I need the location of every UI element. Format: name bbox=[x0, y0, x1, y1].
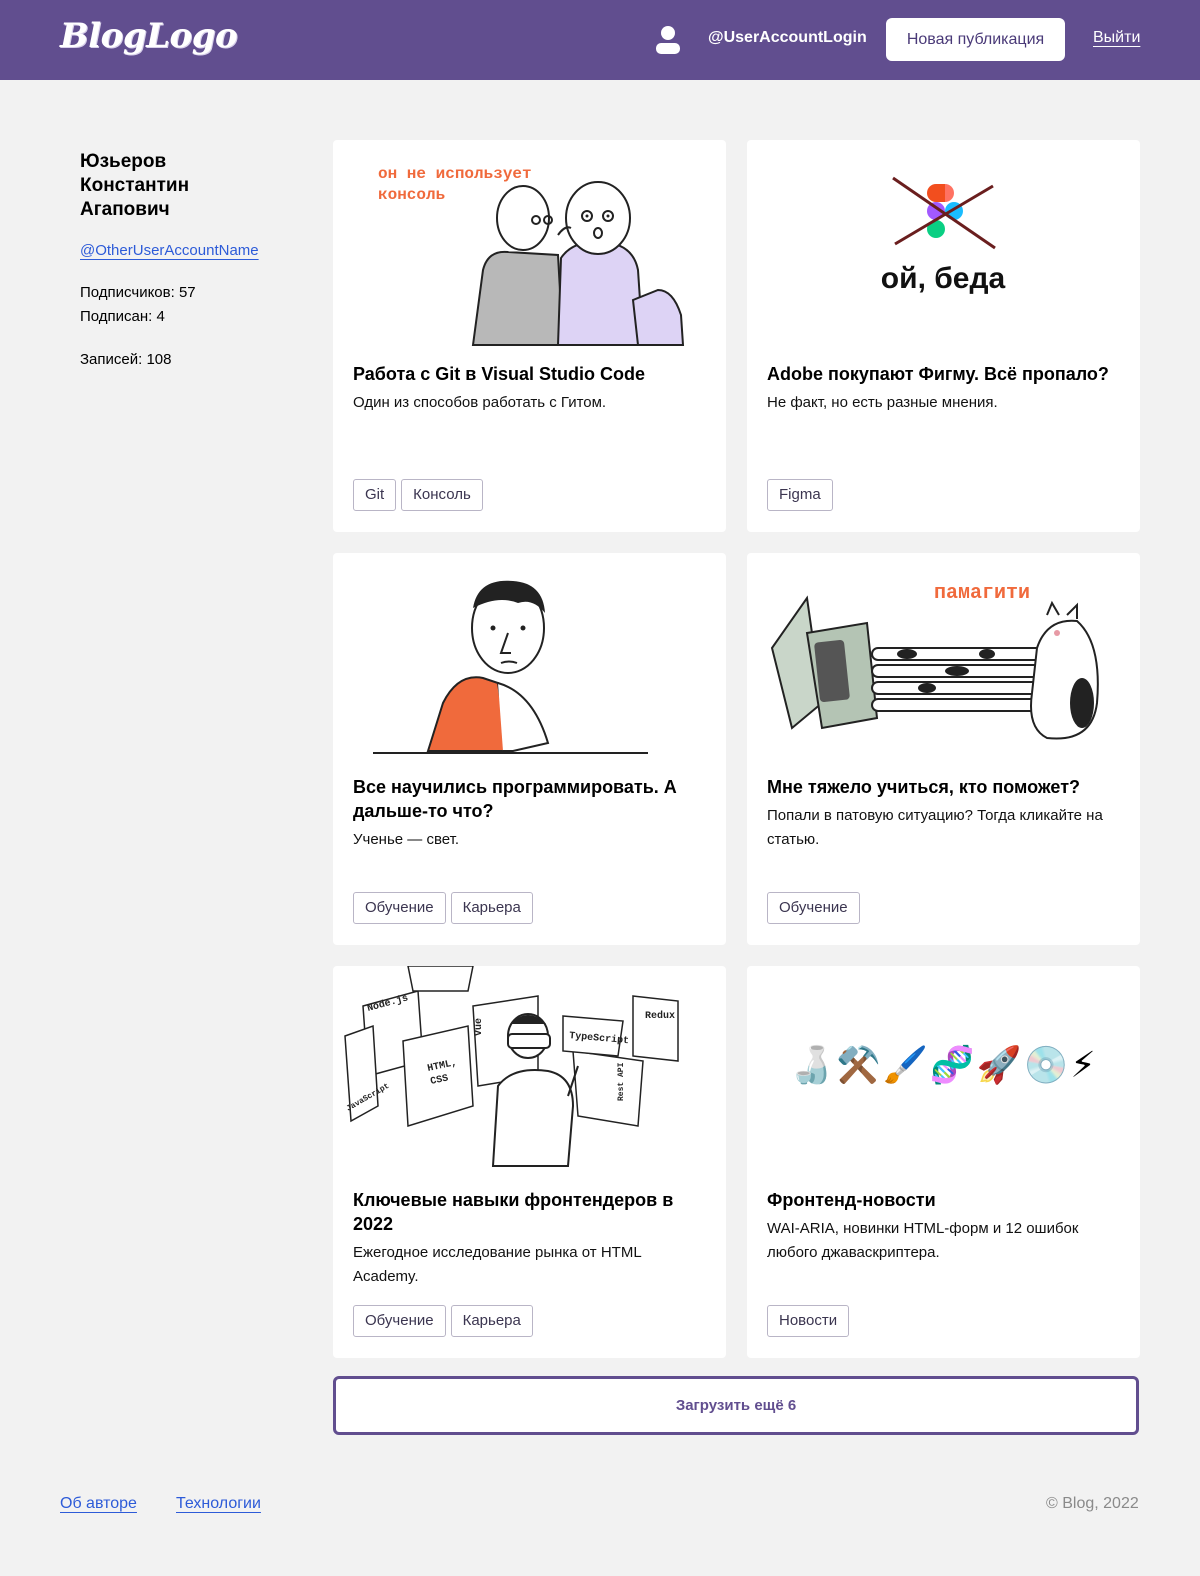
post-description: Ежегодное исследование рынка от HTML Aca… bbox=[353, 1244, 642, 1285]
emoji-row: 🍶⚒️🖌️🧬🚀💿⚡ bbox=[789, 1045, 1098, 1086]
post-card[interactable]: памагити Мне тяжело учиться, кто поможет… bbox=[747, 553, 1140, 945]
footer-tech-link[interactable]: Технологии bbox=[176, 1495, 261, 1513]
tag-list: Обучение bbox=[767, 892, 860, 924]
tag[interactable]: Обучение bbox=[353, 892, 446, 924]
post-card[interactable]: ой, беда Adobe покупают Фигму. Всё пропа… bbox=[747, 140, 1140, 532]
post-title[interactable]: Мне тяжело учиться, кто поможет? bbox=[767, 775, 1117, 799]
post-illustration bbox=[333, 553, 726, 768]
post-illustration: ой, беда bbox=[747, 140, 1140, 355]
profile-handle-link[interactable]: @OtherUserAccountName bbox=[80, 242, 259, 259]
tag[interactable]: Figma bbox=[767, 479, 833, 511]
blog-logo[interactable]: BlogLogo bbox=[60, 16, 238, 56]
post-illustration: Node.js Vue Redux TypeScript HTML, CSS J… bbox=[333, 966, 726, 1181]
tag-list: Новости bbox=[767, 1305, 850, 1337]
new-post-button[interactable]: Новая публикация bbox=[886, 18, 1065, 61]
posts-count: Записей: 108 bbox=[80, 351, 172, 368]
tag[interactable]: Консоль bbox=[401, 479, 483, 511]
tag-list: Figma bbox=[767, 479, 833, 511]
post-description: WAI-ARIA, новинки HTML-форм и 12 ошибок … bbox=[767, 1220, 1079, 1261]
illustration-caption-line1: он не использует bbox=[378, 165, 532, 183]
user-login[interactable]: @UserAccountLogin bbox=[708, 29, 867, 47]
tag[interactable]: Карьера bbox=[450, 892, 533, 924]
tag[interactable]: Карьера bbox=[450, 1305, 533, 1337]
profile-name: Юзьеров Константин Агапович bbox=[80, 151, 190, 220]
tag[interactable]: Новости bbox=[767, 1305, 850, 1337]
post-title[interactable]: Работа с Git в Visual Studio Code bbox=[353, 362, 703, 386]
post-card[interactable]: Node.js Vue Redux TypeScript HTML, CSS J… bbox=[333, 966, 726, 1358]
post-card[interactable]: Все научились программировать. А дальше-… bbox=[333, 553, 726, 945]
svg-text:Vue: Vue bbox=[474, 1018, 485, 1036]
tag[interactable]: Git bbox=[353, 479, 397, 511]
followers-count: Подписчиков: 57 bbox=[80, 284, 196, 301]
tag[interactable]: Обучение bbox=[767, 892, 860, 924]
post-card[interactable]: он не использует консоль Работа с Git в … bbox=[333, 140, 726, 532]
site-header: BlogLogo @UserAccountLogin Новая публика… bbox=[0, 0, 1200, 80]
tag[interactable]: Обучение bbox=[353, 1305, 446, 1337]
load-more-button[interactable]: Загрузить ещё 6 bbox=[333, 1376, 1139, 1435]
svg-text:Redux: Redux bbox=[645, 1010, 675, 1022]
post-illustration: памагити bbox=[747, 553, 1140, 768]
svg-text:Rest API: Rest API bbox=[617, 1062, 626, 1101]
post-title[interactable]: Ключевые навыки фронтендеров в 2022 bbox=[353, 1188, 703, 1236]
post-title[interactable]: Фронтенд-новости bbox=[767, 1188, 1117, 1212]
tag-list: Git Консоль bbox=[353, 479, 483, 511]
post-description: Один из способов работать с Гитом. bbox=[353, 394, 607, 411]
copyright: © Blog, 2022 bbox=[1046, 1495, 1139, 1512]
tag-list: Обучение Карьера bbox=[353, 892, 533, 924]
illustration-caption: памагити bbox=[934, 582, 1030, 605]
user-icon[interactable] bbox=[655, 25, 681, 55]
logout-link[interactable]: Выйти bbox=[1093, 29, 1140, 47]
post-description: Не факт, но есть разные мнения. bbox=[767, 394, 998, 411]
post-description: Ученье — свет. bbox=[353, 831, 459, 848]
post-title[interactable]: Все научились программировать. А дальше-… bbox=[353, 775, 703, 823]
post-description: Попали в патовую ситуацию? Тогда кликайт… bbox=[767, 807, 1103, 848]
post-illustration: 🍶⚒️🖌️🧬🚀💿⚡ bbox=[747, 966, 1140, 1181]
tag-list: Обучение Карьера bbox=[353, 1305, 533, 1337]
post-illustration: он не использует консоль bbox=[333, 140, 726, 355]
post-card[interactable]: 🍶⚒️🖌️🧬🚀💿⚡ Фронтенд-новости WAI-ARIA, нов… bbox=[747, 966, 1140, 1358]
following-count: Подписан: 4 bbox=[80, 308, 165, 325]
illustration-caption-line2: консоль bbox=[378, 186, 445, 204]
illustration-caption: ой, беда bbox=[881, 262, 1006, 295]
post-title[interactable]: Adobe покупают Фигму. Всё пропало? bbox=[767, 362, 1117, 386]
footer-about-link[interactable]: Об авторе bbox=[60, 1495, 137, 1513]
